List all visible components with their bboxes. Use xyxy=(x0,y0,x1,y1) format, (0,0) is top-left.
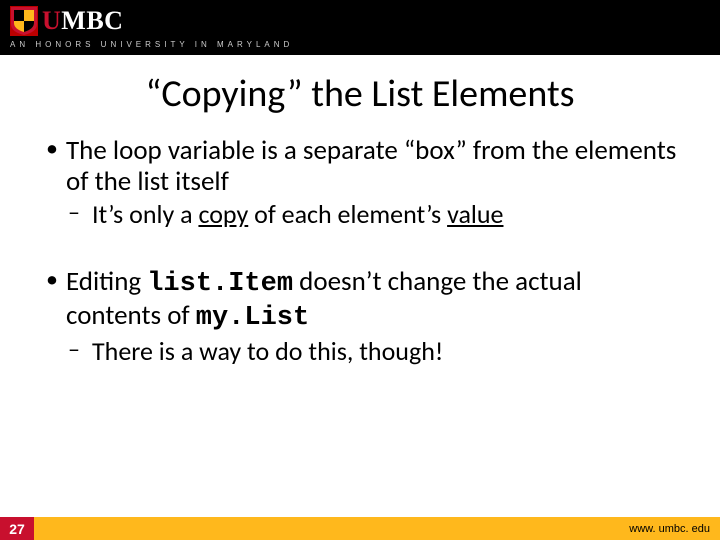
bullet-item: Editing list.Item doesn’t change the act… xyxy=(40,266,680,367)
sub-list: There is a way to do this, though! xyxy=(66,336,680,367)
underlined-text: copy xyxy=(198,198,248,230)
tagline: AN HONORS UNIVERSITY IN MARYLAND xyxy=(10,40,710,49)
sub-item: It’s only a copy of each element’s value xyxy=(66,199,680,230)
slide-number: 27 xyxy=(0,517,34,540)
bullet-text: The loop variable is a separate “box” fr… xyxy=(66,134,676,198)
sub-item: There is a way to do this, though! xyxy=(66,336,680,367)
footer-url: www. umbc. edu xyxy=(629,523,710,535)
bullet-list: Editing list.Item doesn’t change the act… xyxy=(40,266,680,367)
footer-bar: 27 www. umbc. edu xyxy=(0,517,720,540)
slide-content: “Copying” the List Elements The loop var… xyxy=(0,55,720,540)
bullet-list: The loop variable is a separate “box” fr… xyxy=(40,135,680,230)
code-text: list.Item xyxy=(147,269,293,299)
slide-title: “Copying” the List Elements xyxy=(40,71,680,117)
slide: UMBC AN HONORS UNIVERSITY IN MARYLAND “C… xyxy=(0,0,720,540)
bullet-item: The loop variable is a separate “box” fr… xyxy=(40,135,680,230)
underlined-text: value xyxy=(447,198,503,230)
brand-text: UMBC xyxy=(42,6,123,36)
shield-icon xyxy=(10,6,38,36)
header-bar: UMBC AN HONORS UNIVERSITY IN MARYLAND xyxy=(0,0,720,55)
brand-logo: UMBC xyxy=(10,6,710,36)
sub-list: It’s only a copy of each element’s value xyxy=(66,199,680,230)
code-text: my.List xyxy=(196,303,309,333)
